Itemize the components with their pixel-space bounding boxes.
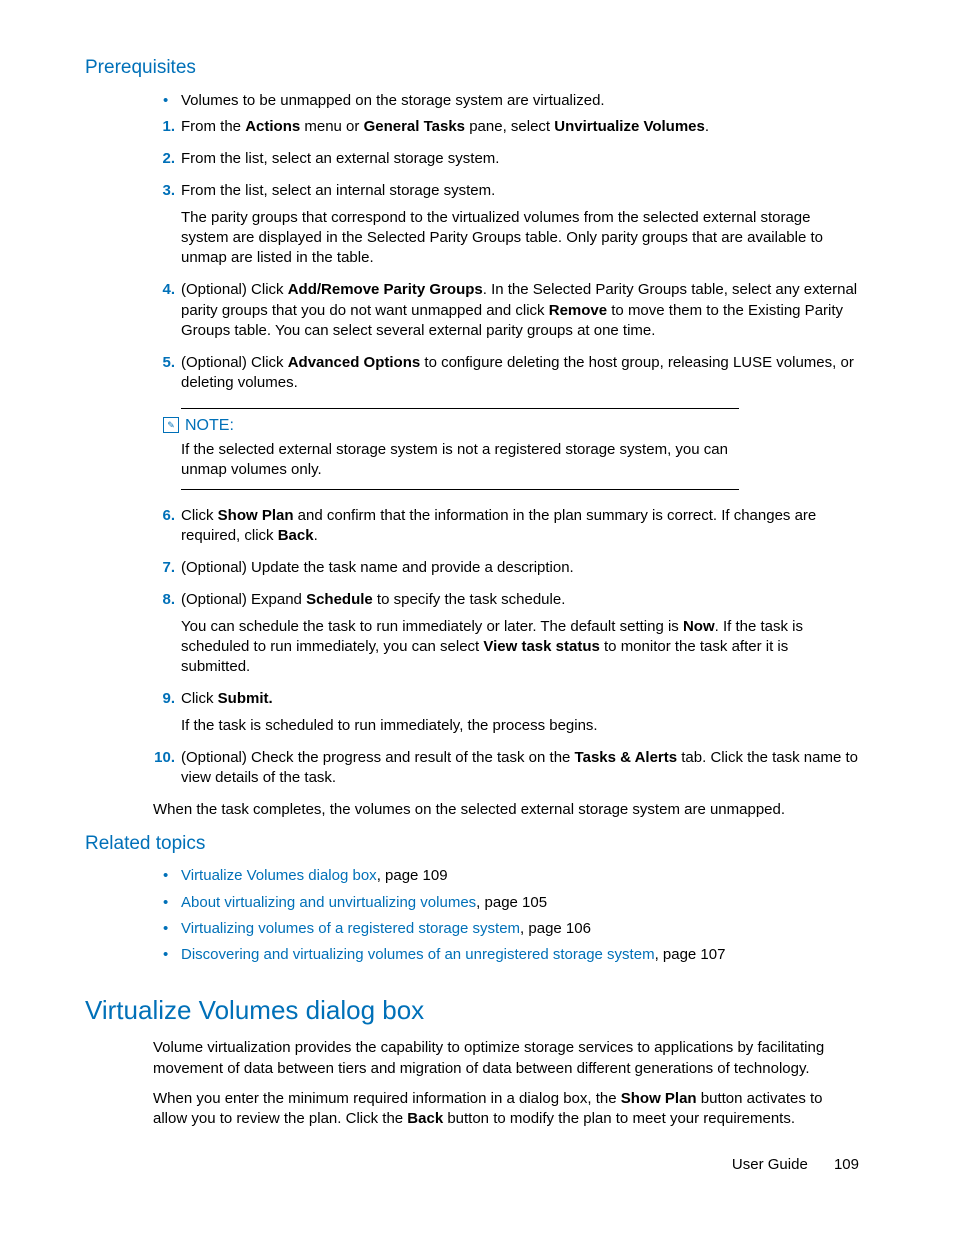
step-6: 6. Click Show Plan and confirm that the … xyxy=(153,506,859,547)
step-number: 8. xyxy=(153,590,175,610)
prereq-list: Volumes to be unmapped on the storage sy… xyxy=(85,91,859,111)
link-virtualizing-registered[interactable]: Virtualizing volumes of a registered sto… xyxy=(181,920,520,937)
step-number: 1. xyxy=(153,117,175,137)
list-item: About virtualizing and unvirtualizing vo… xyxy=(153,893,859,913)
list-item: Volumes to be unmapped on the storage sy… xyxy=(153,91,859,111)
step-text: (Optional) Click Add/Remove Parity Group… xyxy=(181,281,857,339)
virtualize-dialog-heading: Virtualize Volumes dialog box xyxy=(85,993,859,1028)
step-4: 4. (Optional) Click Add/Remove Parity Gr… xyxy=(153,280,859,341)
step-number: 7. xyxy=(153,558,175,578)
step-10: 10. (Optional) Check the progress and re… xyxy=(153,748,859,789)
procedure-steps: 1. From the Actions menu or General Task… xyxy=(85,117,859,394)
list-item: Discovering and virtualizing volumes of … xyxy=(153,945,859,965)
procedure-steps-cont: 6. Click Show Plan and confirm that the … xyxy=(85,506,859,789)
link-about-virtualizing[interactable]: About virtualizing and unvirtualizing vo… xyxy=(181,894,476,911)
step-text: From the list, select an internal storag… xyxy=(181,182,495,199)
step-number: 2. xyxy=(153,149,175,169)
prerequisites-heading: Prerequisites xyxy=(85,55,859,81)
step-number: 9. xyxy=(153,689,175,709)
step-text: Click Show Plan and confirm that the inf… xyxy=(181,507,816,544)
step-8: 8. (Optional) Expand Schedule to specify… xyxy=(153,590,859,677)
doc-title: User Guide xyxy=(732,1156,808,1173)
note-heading: ✎ NOTE: xyxy=(163,415,859,437)
page: Prerequisites Volumes to be unmapped on … xyxy=(0,0,954,1235)
step-text: From the list, select an external storag… xyxy=(181,150,499,167)
step-9: 9. Click Submit. If the task is schedule… xyxy=(153,689,859,736)
step-text: (Optional) Update the task name and prov… xyxy=(181,559,574,576)
dialog-paragraph-1: Volume virtualization provides the capab… xyxy=(153,1038,859,1079)
step-1: 1. From the Actions menu or General Task… xyxy=(153,117,859,137)
step-number: 3. xyxy=(153,181,175,201)
related-topics-heading: Related topics xyxy=(85,831,859,857)
step-number: 10. xyxy=(153,748,175,768)
step-text: Click Submit. xyxy=(181,690,273,707)
step-subtext: You can schedule the task to run immedia… xyxy=(181,617,859,678)
list-item: Virtualizing volumes of a registered sto… xyxy=(153,919,859,939)
page-footer: User Guide 109 xyxy=(732,1155,859,1175)
closing-paragraph: When the task completes, the volumes on … xyxy=(153,800,859,820)
note-rule-top xyxy=(181,408,739,409)
note-icon: ✎ xyxy=(163,417,179,433)
note-block: ✎ NOTE: If the selected external storage… xyxy=(181,408,859,490)
related-links: Virtualize Volumes dialog box, page 109 … xyxy=(85,866,859,965)
step-subtext: The parity groups that correspond to the… xyxy=(181,208,859,269)
dialog-paragraph-2: When you enter the minimum required info… xyxy=(153,1089,859,1130)
step-number: 5. xyxy=(153,353,175,373)
step-text: (Optional) Expand Schedule to specify th… xyxy=(181,591,565,608)
list-item: Virtualize Volumes dialog box, page 109 xyxy=(153,866,859,886)
step-5: 5. (Optional) Click Advanced Options to … xyxy=(153,353,859,394)
note-body: If the selected external storage system … xyxy=(181,440,729,481)
step-text: From the Actions menu or General Tasks p… xyxy=(181,118,709,135)
step-7: 7. (Optional) Update the task name and p… xyxy=(153,558,859,578)
note-rule-bottom xyxy=(181,489,739,490)
step-text: (Optional) Check the progress and result… xyxy=(181,749,858,786)
note-label: NOTE: xyxy=(185,415,234,437)
step-number: 4. xyxy=(153,280,175,300)
step-number: 6. xyxy=(153,506,175,526)
step-subtext: If the task is scheduled to run immediat… xyxy=(181,716,859,736)
link-discovering-virtualizing[interactable]: Discovering and virtualizing volumes of … xyxy=(181,946,655,963)
step-text: (Optional) Click Advanced Options to con… xyxy=(181,354,854,391)
step-2: 2. From the list, select an external sto… xyxy=(153,149,859,169)
link-virtualize-dialog[interactable]: Virtualize Volumes dialog box xyxy=(181,867,377,884)
page-number: 109 xyxy=(834,1156,859,1173)
step-3: 3. From the list, select an internal sto… xyxy=(153,181,859,268)
